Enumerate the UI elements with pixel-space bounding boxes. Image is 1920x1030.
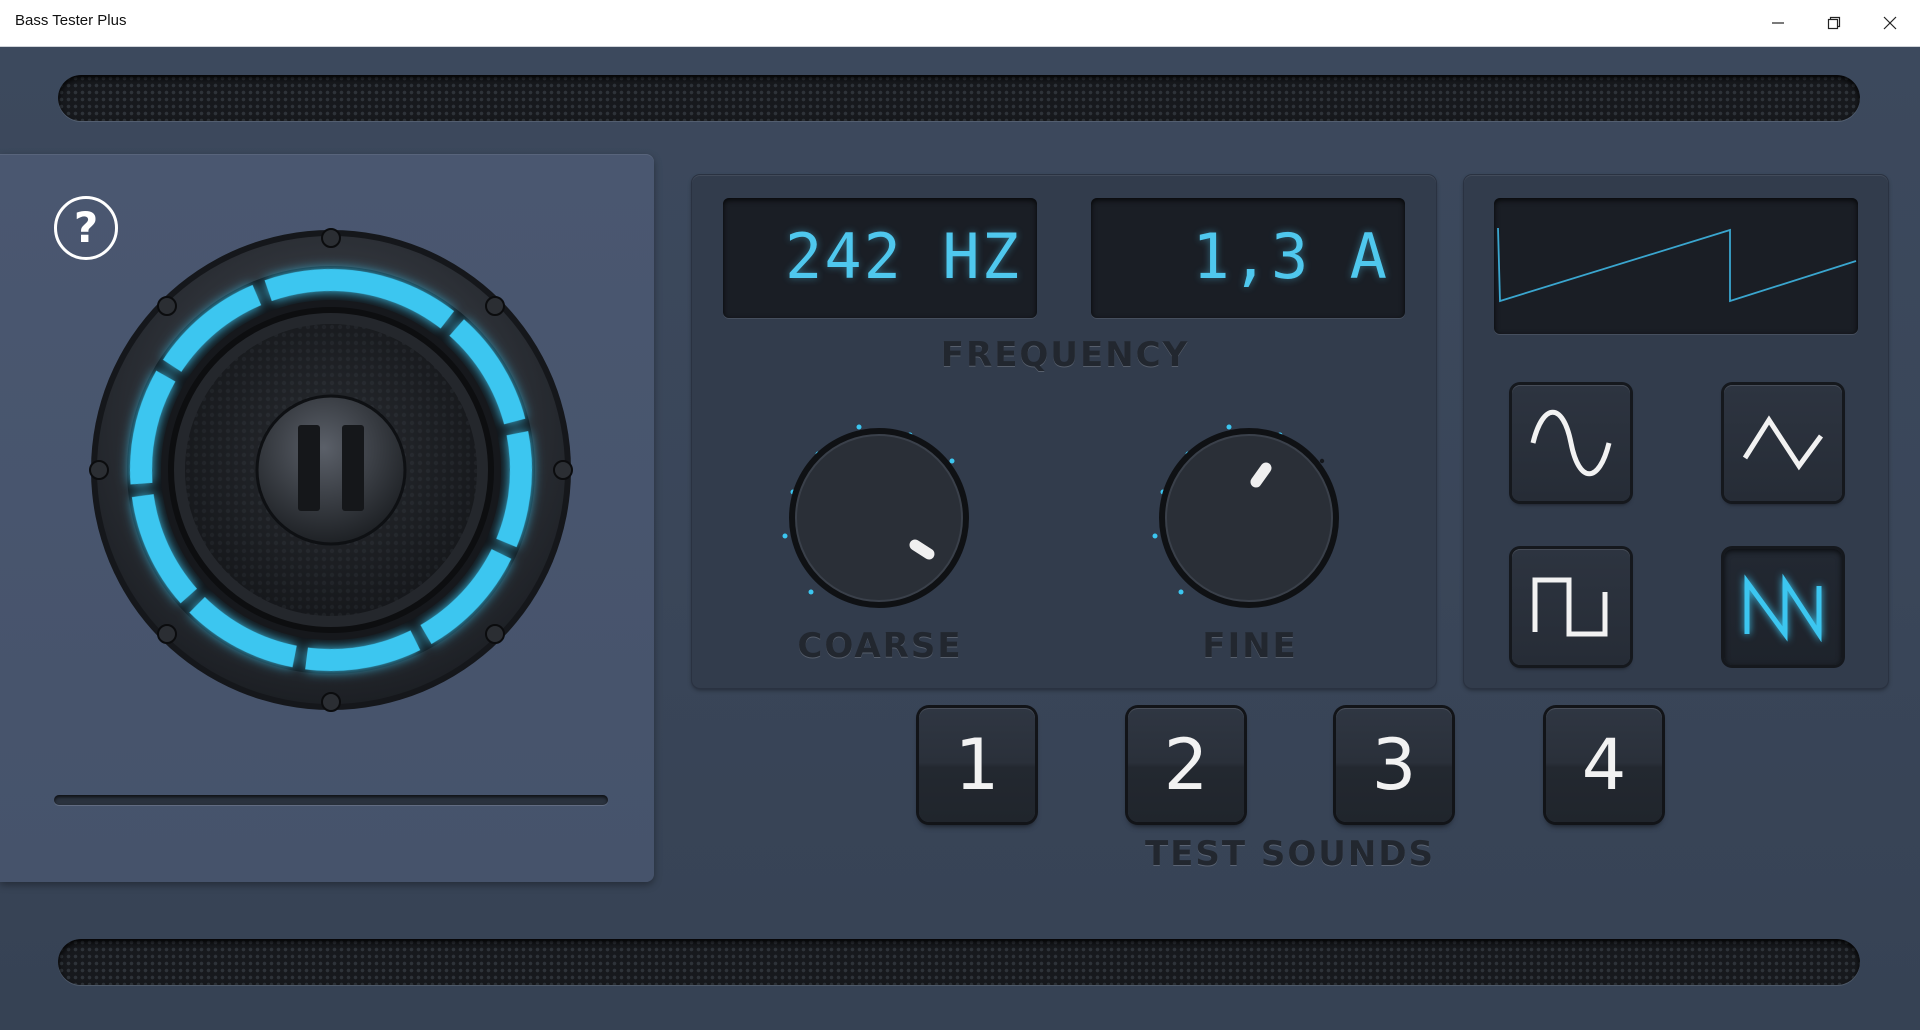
triangle-wave-button[interactable]: [1724, 385, 1842, 501]
coarse-knob-indicator: [909, 539, 935, 560]
speaker-play-pause-button[interactable]: [88, 227, 574, 713]
waveform-scope: [1494, 198, 1858, 334]
fine-knob[interactable]: [1133, 380, 1363, 610]
sawtooth-wave-button[interactable]: [1724, 549, 1842, 665]
square-wave-button[interactable]: [1512, 549, 1630, 665]
test-sound-1-button[interactable]: 1: [919, 708, 1035, 822]
coarse-label: COARSE: [797, 626, 963, 666]
sine-wave-button[interactable]: [1512, 385, 1630, 501]
top-speaker-grille: [58, 75, 1860, 121]
title-bar: Bass Tester Plus: [0, 0, 1920, 47]
frequency-display: 242 HZ: [723, 198, 1037, 318]
square-wave-icon: [1532, 577, 1608, 637]
coarse-knob[interactable]: [763, 380, 993, 610]
restore-icon: [1827, 16, 1841, 30]
close-icon: [1883, 16, 1897, 30]
close-button[interactable]: [1862, 0, 1918, 46]
test-sound-4-button[interactable]: 4: [1546, 708, 1662, 822]
test-sound-3-button[interactable]: 3: [1336, 708, 1452, 822]
window-title: Bass Tester Plus: [15, 12, 127, 29]
fine-label: FINE: [1202, 626, 1298, 666]
playback-slider[interactable]: [54, 795, 608, 805]
test-sounds-label: TEST SOUNDS: [1144, 834, 1436, 874]
minimize-button[interactable]: [1750, 0, 1806, 46]
test-sound-2-button[interactable]: 2: [1128, 708, 1244, 822]
sine-wave-icon: [1530, 410, 1612, 476]
restore-button[interactable]: [1806, 0, 1862, 46]
amplitude-display: 1,3 A: [1091, 198, 1405, 318]
triangle-wave-icon: [1742, 415, 1824, 471]
bottom-speaker-grille: [58, 939, 1860, 985]
frequency-label: FREQUENCY: [940, 335, 1190, 375]
minimize-icon: [1772, 22, 1784, 24]
sawtooth-wave-icon: [1744, 573, 1822, 642]
